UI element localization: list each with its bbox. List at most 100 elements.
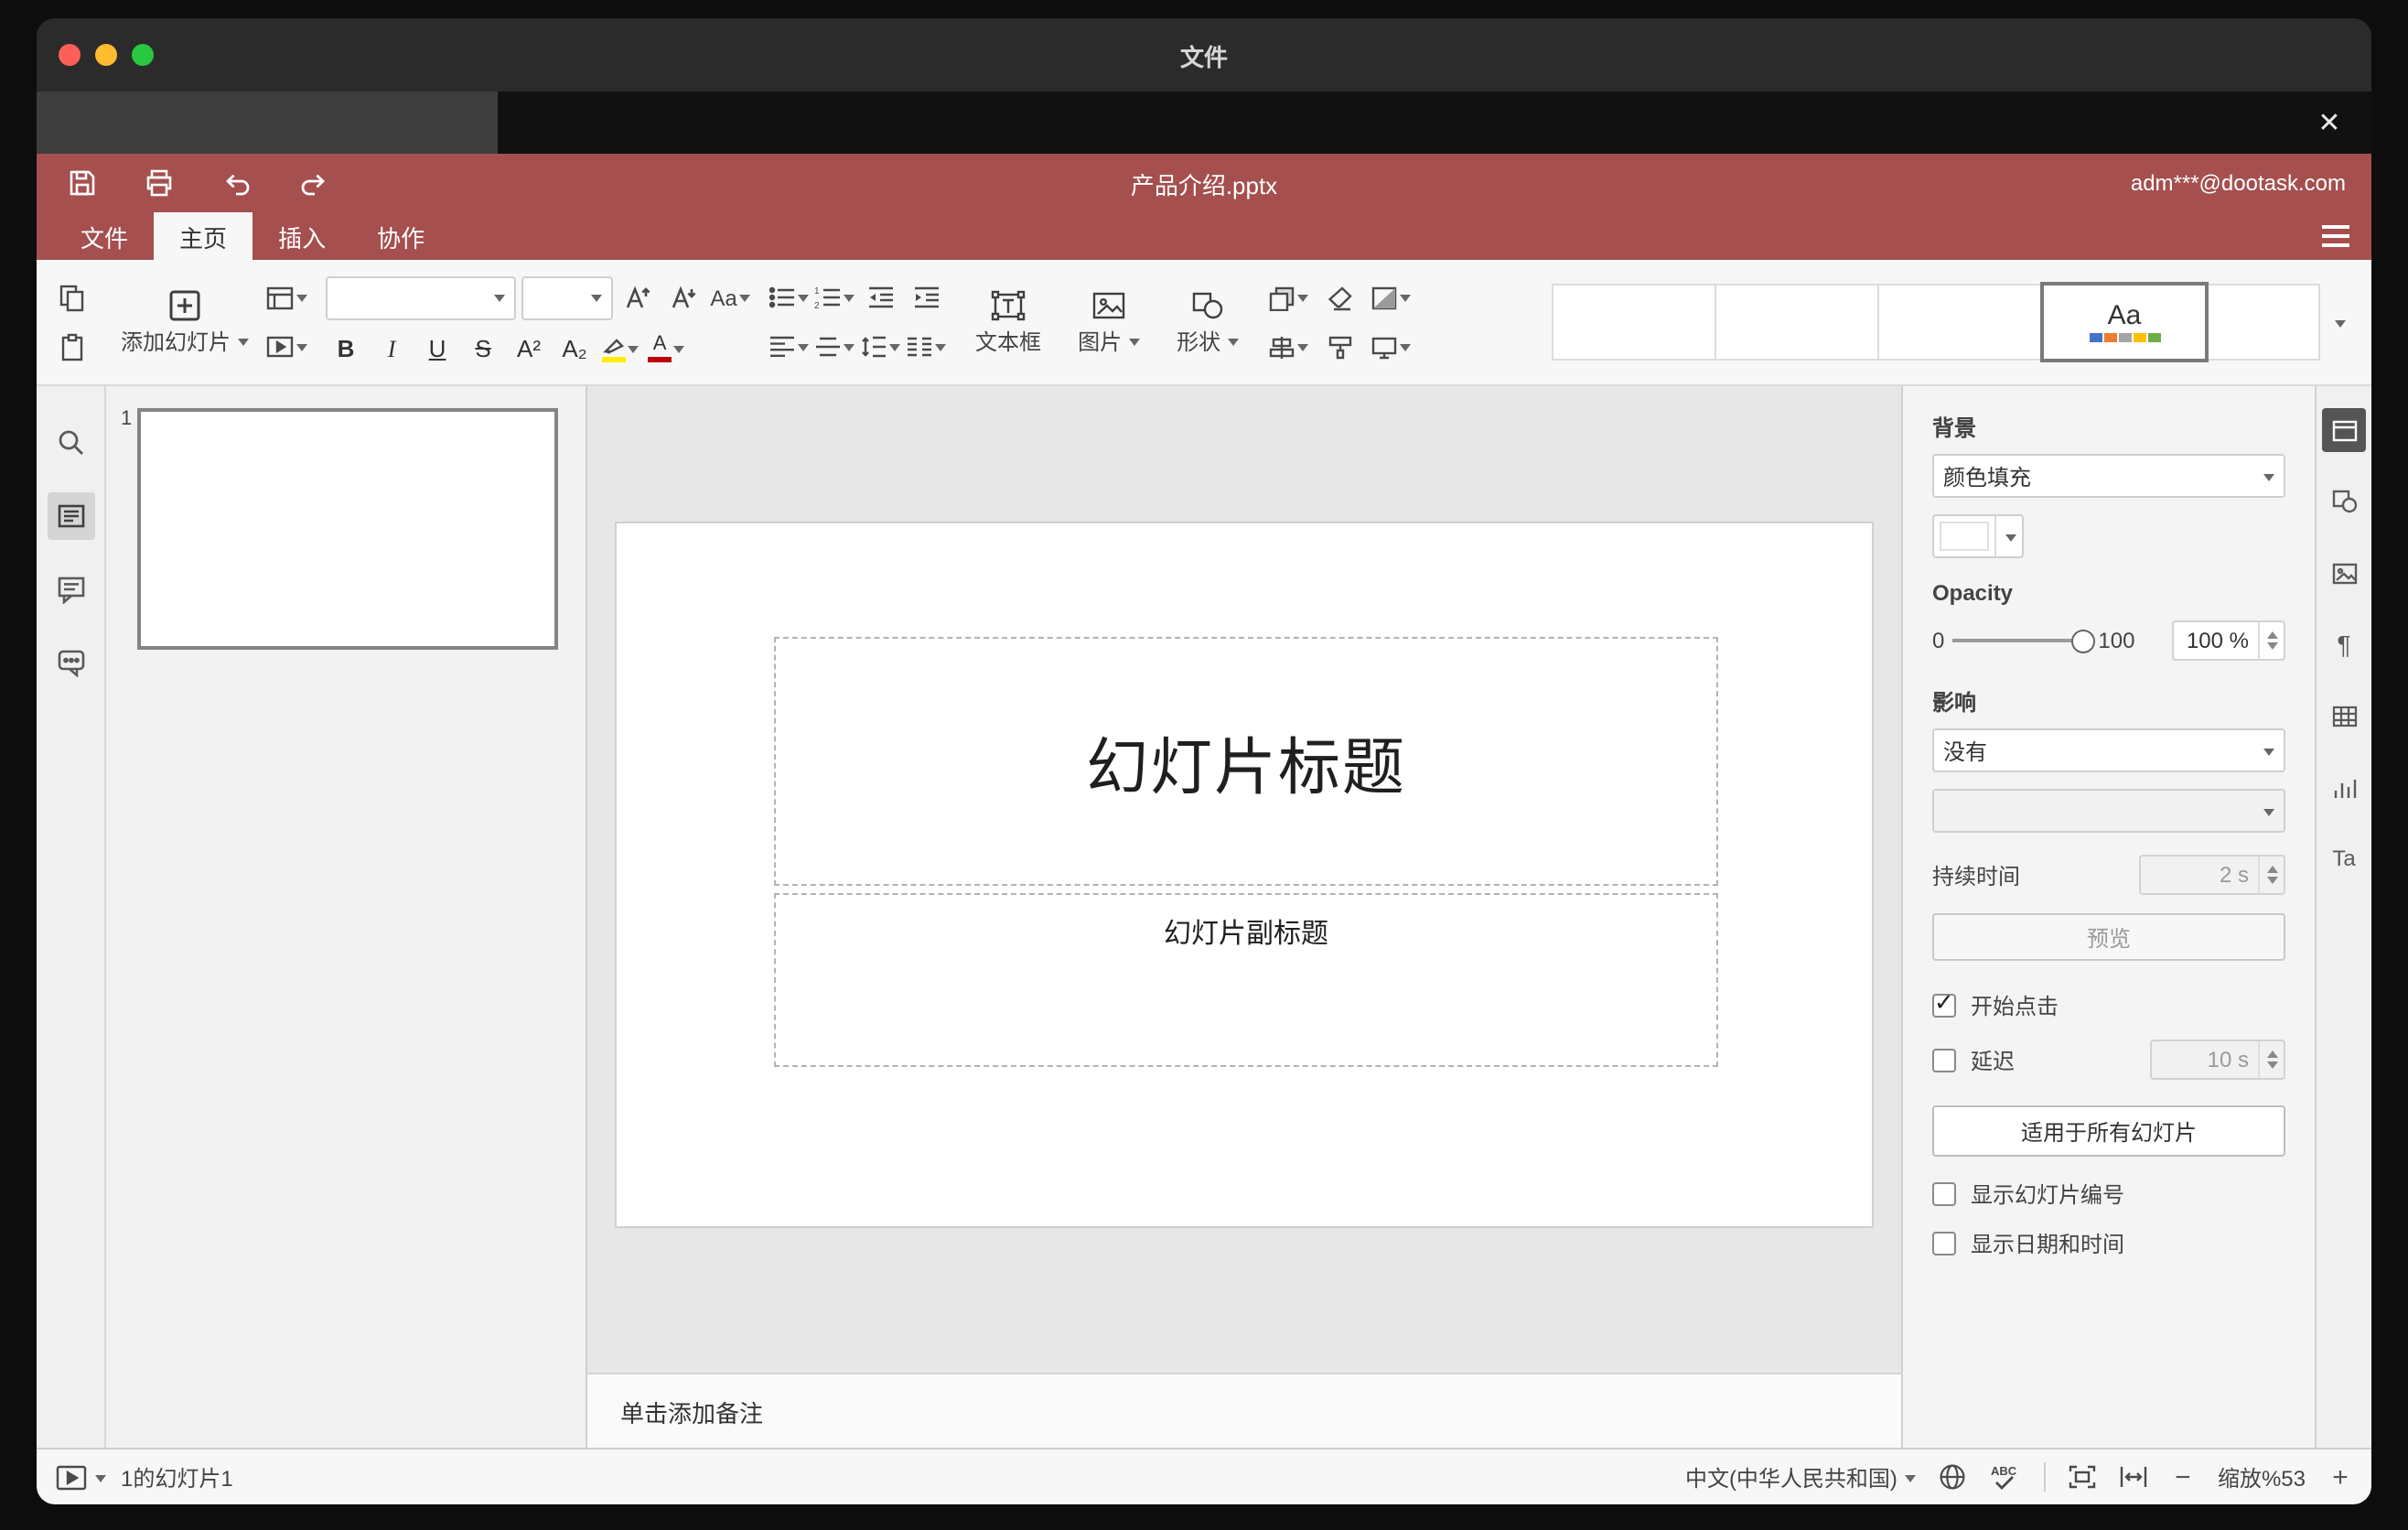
line-spacing-button[interactable] [860,327,901,367]
copy-button[interactable] [51,277,91,318]
paste-button[interactable] [51,327,91,367]
theme-option-2[interactable] [1715,284,1879,361]
increase-indent-button[interactable] [906,277,946,318]
shape-settings-button[interactable] [2322,479,2366,523]
print-button[interactable] [139,163,179,203]
spin-up-icon[interactable] [2266,626,2277,639]
textart-settings-button[interactable]: Ta [2322,836,2366,880]
slide-settings-button[interactable] [2322,408,2366,452]
zoom-in-button[interactable]: + [2327,1461,2353,1492]
slide-canvas[interactable]: 幻灯片标题 幻灯片副标题 [587,386,1901,1373]
tab-home[interactable]: 主页 [154,212,253,260]
effect-type-select[interactable] [1932,789,2285,833]
save-button[interactable] [62,163,102,203]
decrease-font-button[interactable] [664,277,704,318]
clear-style-button[interactable] [1319,277,1360,318]
effect-select[interactable]: 没有 [1932,728,2285,772]
theme-option-1[interactable] [1552,284,1716,361]
arrange-shape-button[interactable] [1268,277,1309,318]
redo-button[interactable] [293,163,333,203]
undo-button[interactable] [216,163,256,203]
title-placeholder[interactable]: 幻灯片标题 [774,637,1718,886]
strikeout-button[interactable]: S [463,329,503,369]
show-date-time-checkbox[interactable] [1932,1232,1956,1255]
columns-button[interactable] [906,327,947,367]
opacity-spinner[interactable]: 100 % [2172,620,2285,661]
spin-up-icon[interactable] [2266,1045,2277,1058]
spin-down-icon[interactable] [2266,1061,2277,1074]
vertical-align-button[interactable] [814,327,855,367]
font-color-button[interactable]: A [646,329,686,369]
superscript-button[interactable]: A² [509,329,549,369]
traffic-lights[interactable] [59,18,154,92]
insert-textbox-button[interactable]: 文本框 [964,288,1052,356]
preview-button[interactable]: 预览 [1932,913,2285,961]
effect-value: 没有 [1943,738,1988,764]
font-name-select[interactable] [326,275,517,319]
align-shape-button[interactable] [1268,327,1309,367]
background-color-select[interactable] [1932,514,2024,558]
delay-checkbox[interactable] [1932,1048,1956,1072]
paragraph-settings-button[interactable]: ¶ [2322,622,2366,666]
slide-thumbnail[interactable] [137,408,558,650]
apply-to-all-button[interactable]: 适用于所有幻灯片 [1932,1105,2285,1157]
numbering-button[interactable]: 1 2 [814,277,855,318]
tab-collaboration[interactable]: 协作 [351,212,450,260]
tab-file[interactable]: 文件 [55,212,154,260]
chat-button[interactable] [47,639,94,686]
slides-panel-button[interactable] [47,492,94,540]
table-settings-button[interactable] [2322,694,2366,738]
show-slide-number-checkbox[interactable] [1932,1182,1956,1206]
start-preview-button[interactable] [55,1463,106,1491]
opacity-slider[interactable] [1951,628,2095,653]
add-slide-button[interactable]: 添加幻灯片 [110,288,260,356]
underline-button[interactable]: U [417,329,457,369]
font-size-select[interactable] [521,275,614,319]
image-settings-button[interactable] [2322,551,2366,595]
subscript-button[interactable]: A₂ [554,329,595,369]
highlight-color-button[interactable] [600,329,640,369]
chart-settings-button[interactable] [2322,765,2366,809]
increase-font-button[interactable] [618,277,659,318]
comments-button[interactable] [47,566,94,613]
theme-option-selected[interactable]: Aa [2040,282,2209,362]
slide-size-button[interactable] [1371,327,1412,367]
notes-area[interactable]: 单击添加备注 [587,1373,1901,1448]
spellcheck-button[interactable]: ABC [1989,1462,2022,1492]
theme-option-3[interactable] [1877,284,2042,361]
decrease-indent-button[interactable] [860,277,900,318]
fit-slide-button[interactable] [2068,1464,2097,1490]
duration-spinner[interactable]: 2 s [2139,855,2285,895]
bullets-button[interactable] [769,277,810,318]
insert-shape-button[interactable]: 形状 [1166,288,1250,356]
change-case-button[interactable]: Aa [710,277,750,318]
document-language-button[interactable] [1938,1462,1967,1492]
close-icon[interactable]: ✕ [2309,102,2349,143]
start-on-click-checkbox[interactable] [1932,988,1956,1018]
slide[interactable]: 幻灯片标题 幻灯片副标题 [615,522,1874,1228]
menu-icon[interactable] [2322,212,2349,260]
delay-spinner[interactable]: 10 s [2150,1040,2285,1080]
fit-width-button[interactable] [2119,1464,2148,1490]
bold-button[interactable]: B [326,329,366,369]
horizontal-align-button[interactable] [769,327,810,367]
theme-gallery-expand-button[interactable] [2320,286,2357,359]
tab-insert[interactable]: 插入 [253,212,351,260]
language-select[interactable]: 中文(中华人民共和国) [1685,1461,1916,1492]
italic-button[interactable]: I [371,329,412,369]
chevron-down-icon [2263,808,2274,821]
insert-image-button[interactable]: 图片 [1067,288,1151,356]
zoom-out-button[interactable]: − [2170,1461,2196,1492]
slide-layout-button[interactable] [265,277,308,318]
spin-up-icon[interactable] [2266,860,2277,873]
spin-down-icon[interactable] [2266,642,2277,655]
slider-knob[interactable] [2070,630,2095,653]
subtitle-placeholder[interactable]: 幻灯片副标题 [774,893,1718,1067]
theme-option-5[interactable] [2207,284,2320,361]
search-button[interactable] [47,419,94,467]
spin-down-icon[interactable] [2266,877,2277,889]
background-fill-select[interactable]: 颜色填充 [1932,454,2285,498]
start-slideshow-button[interactable] [265,327,308,367]
color-scheme-button[interactable] [1371,277,1412,318]
copy-style-button[interactable] [1319,327,1360,367]
